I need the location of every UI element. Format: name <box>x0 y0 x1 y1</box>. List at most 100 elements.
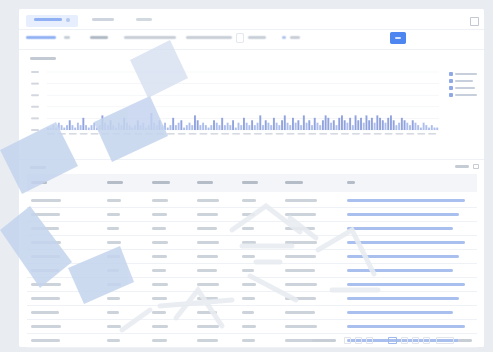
bar[interactable] <box>368 120 371 130</box>
bar[interactable] <box>256 122 259 130</box>
search-button[interactable] <box>390 32 406 44</box>
bar[interactable] <box>145 127 147 130</box>
bar[interactable] <box>49 127 52 130</box>
bar[interactable] <box>253 125 256 130</box>
bar[interactable] <box>47 127 49 130</box>
bar[interactable] <box>272 117 275 130</box>
bar[interactable] <box>294 122 297 130</box>
bar[interactable] <box>338 117 341 130</box>
bar[interactable] <box>199 125 202 130</box>
bar[interactable] <box>98 125 101 130</box>
bar[interactable] <box>177 122 180 130</box>
table-cell-link[interactable] <box>347 199 465 202</box>
bar[interactable] <box>74 127 77 130</box>
bar[interactable] <box>243 117 245 130</box>
filter-time-range[interactable] <box>186 33 236 43</box>
pagination-jump[interactable] <box>458 339 472 342</box>
bar[interactable] <box>392 120 395 130</box>
bar[interactable] <box>341 115 343 130</box>
bar[interactable] <box>106 125 109 130</box>
bar[interactable] <box>229 125 232 130</box>
bar[interactable] <box>433 127 436 130</box>
bar[interactable] <box>93 122 96 130</box>
bar[interactable] <box>335 125 338 130</box>
bar[interactable] <box>210 125 213 130</box>
bar[interactable] <box>286 122 289 130</box>
column-header[interactable] <box>347 181 355 184</box>
bar[interactable] <box>321 120 324 130</box>
bar[interactable] <box>343 120 346 130</box>
bar[interactable] <box>384 122 387 130</box>
bar[interactable] <box>419 127 422 130</box>
bar[interactable] <box>425 125 428 130</box>
bar[interactable] <box>346 122 349 130</box>
pagination-page[interactable] <box>366 337 373 344</box>
bar[interactable] <box>68 120 71 130</box>
bar[interactable] <box>223 125 226 130</box>
bar[interactable] <box>115 127 117 130</box>
bar[interactable] <box>390 115 392 130</box>
tab-2[interactable] <box>84 15 122 27</box>
bar[interactable] <box>215 122 218 130</box>
bar[interactable] <box>411 120 414 130</box>
bar[interactable] <box>324 115 327 130</box>
bar[interactable] <box>275 122 278 130</box>
bar[interactable] <box>409 125 411 130</box>
bar[interactable] <box>403 120 406 130</box>
bar[interactable] <box>185 125 188 130</box>
bar[interactable] <box>311 125 313 130</box>
table-row[interactable] <box>27 264 477 278</box>
bar[interactable] <box>202 122 205 130</box>
bar[interactable] <box>362 122 365 130</box>
bar[interactable] <box>125 122 128 130</box>
column-header[interactable] <box>107 181 123 184</box>
window-toggle-icon[interactable] <box>470 17 479 26</box>
bar[interactable] <box>218 125 221 130</box>
bar[interactable] <box>123 117 126 130</box>
bar[interactable] <box>139 125 142 130</box>
bar[interactable] <box>96 127 98 130</box>
bar[interactable] <box>142 122 145 130</box>
bar[interactable] <box>373 122 376 130</box>
bar[interactable] <box>289 125 292 130</box>
bar[interactable] <box>354 115 357 130</box>
bar[interactable] <box>414 122 417 130</box>
bar[interactable] <box>90 125 93 130</box>
bar[interactable] <box>417 125 420 130</box>
bar[interactable] <box>155 125 158 130</box>
table-row[interactable] <box>27 320 477 334</box>
bar[interactable] <box>57 122 60 130</box>
bar[interactable] <box>302 115 305 130</box>
bar[interactable] <box>180 120 183 130</box>
bar[interactable] <box>60 125 63 130</box>
bar[interactable] <box>71 125 74 130</box>
bar[interactable] <box>150 112 153 130</box>
bar[interactable] <box>213 120 215 130</box>
bar[interactable] <box>370 117 373 130</box>
bar[interactable] <box>305 122 308 130</box>
bar[interactable] <box>66 125 68 130</box>
bar[interactable] <box>381 120 384 130</box>
bar[interactable] <box>131 127 134 130</box>
bar[interactable] <box>117 122 120 130</box>
bar[interactable] <box>112 125 115 130</box>
tab-active[interactable] <box>26 15 78 27</box>
bar[interactable] <box>292 117 294 130</box>
table-cell-link[interactable] <box>347 227 453 230</box>
table-cell-link[interactable] <box>347 241 465 244</box>
bar[interactable] <box>147 125 150 130</box>
bar[interactable] <box>226 122 229 130</box>
bar[interactable] <box>428 127 431 130</box>
pagination-page[interactable] <box>412 337 419 344</box>
bar[interactable] <box>313 117 316 130</box>
bar[interactable] <box>264 120 267 130</box>
bar[interactable] <box>259 115 262 130</box>
bar[interactable] <box>262 125 264 130</box>
bar[interactable] <box>104 122 107 130</box>
bar[interactable] <box>128 125 131 130</box>
table-cell-link[interactable] <box>347 213 459 216</box>
bar[interactable] <box>161 125 164 130</box>
filter-value-2[interactable] <box>248 33 274 43</box>
column-header[interactable] <box>242 181 258 184</box>
column-header[interactable] <box>285 181 303 184</box>
